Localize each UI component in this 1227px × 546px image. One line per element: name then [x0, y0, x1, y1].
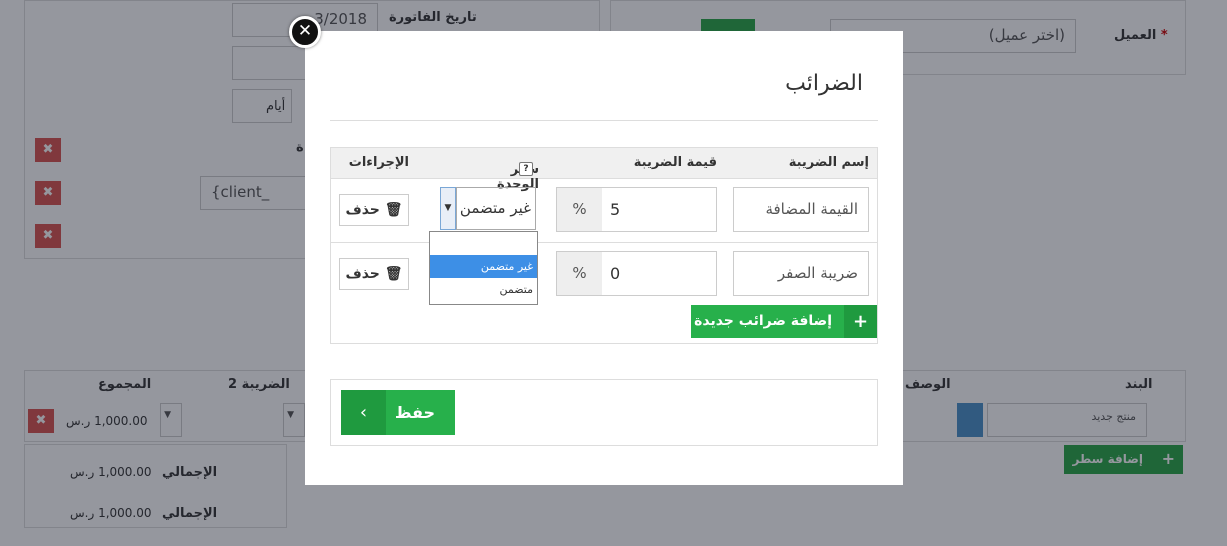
- add-tax-label: إضافة ضرائب جديدة: [694, 313, 832, 329]
- dropdown-option[interactable]: [430, 232, 537, 255]
- trash-icon: 🗑: [384, 266, 403, 282]
- unit-price-select[interactable]: غير متضمن: [456, 187, 536, 230]
- help-icon[interactable]: ?: [519, 162, 533, 176]
- select-arrow-icon[interactable]: ▼: [440, 187, 456, 230]
- percent-addon: %: [556, 187, 602, 232]
- modal-title: الضرائب: [785, 71, 863, 96]
- tax-row: القيمة المضافة 5 % غير متضمن ▼ 🗑 حذف: [331, 178, 877, 242]
- taxes-modal: الضرائب إسم الضريبة قيمة الضريبة سعر الو…: [305, 31, 903, 485]
- tax-value-group: 0 %: [556, 251, 717, 296]
- dropdown-option[interactable]: متضمن: [430, 278, 537, 301]
- tax-value-input[interactable]: 0: [601, 251, 717, 296]
- close-icon[interactable]: ✕: [289, 16, 321, 48]
- tax-value-input[interactable]: 5: [601, 187, 717, 232]
- tax-row: ضريبة الصفر 0 % 🗑 حذف: [331, 242, 877, 306]
- tax-value-group: 5 %: [556, 187, 717, 232]
- save-label: حفظ: [394, 403, 435, 422]
- modal-footer: حفظ ›: [330, 379, 878, 446]
- chevron-icon: ›: [341, 390, 386, 435]
- delete-label: حذف: [345, 202, 380, 218]
- percent-addon: %: [556, 251, 602, 296]
- delete-tax-button[interactable]: 🗑 حذف: [339, 258, 409, 290]
- delete-label: حذف: [345, 266, 380, 282]
- add-tax-button[interactable]: + إضافة ضرائب جديدة: [691, 305, 877, 338]
- plus-icon: +: [844, 305, 877, 338]
- title-divider: [330, 120, 878, 121]
- save-button[interactable]: حفظ ›: [341, 390, 455, 435]
- header-actions: الإجراءات: [348, 155, 409, 170]
- unit-price-dropdown: غير متضمن متضمن: [429, 231, 538, 305]
- header-tax-value: قيمة الضريبة: [633, 155, 717, 170]
- tax-name-input[interactable]: ضريبة الصفر: [733, 251, 869, 296]
- taxes-table-header: إسم الضريبة قيمة الضريبة سعر الوحدة ? ال…: [331, 148, 877, 192]
- delete-tax-button[interactable]: 🗑 حذف: [339, 194, 409, 226]
- dropdown-option-selected[interactable]: غير متضمن: [430, 255, 537, 278]
- header-tax-name: إسم الضريبة: [788, 155, 869, 170]
- tax-name-input[interactable]: القيمة المضافة: [733, 187, 869, 232]
- trash-icon: 🗑: [384, 202, 403, 218]
